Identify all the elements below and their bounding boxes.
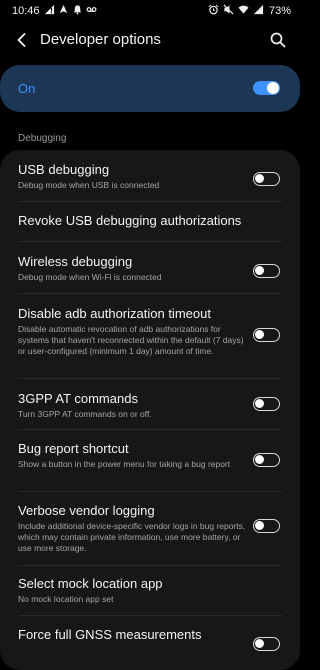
cell-signal-icon bbox=[253, 4, 264, 15]
toggle-knob bbox=[267, 82, 279, 94]
setting-select-mock-location-app[interactable]: Select mock location app No mock locatio… bbox=[0, 576, 300, 608]
toggle-knob bbox=[255, 639, 264, 648]
alarm-icon bbox=[208, 4, 219, 15]
setting-title: Select mock location app bbox=[18, 576, 163, 591]
signal-alert-icon bbox=[44, 4, 55, 15]
setting-title: Disable adb authorization timeout bbox=[18, 306, 211, 321]
page-title: Developer options bbox=[40, 31, 161, 48]
master-toggle-switch[interactable] bbox=[253, 81, 280, 95]
setting-force-full-gnss-measurements[interactable]: Force full GNSS measurements bbox=[0, 627, 300, 651]
bug-report-shortcut-toggle[interactable] bbox=[253, 453, 280, 467]
toggle-knob bbox=[255, 174, 264, 183]
setting-title: USB debugging bbox=[18, 162, 110, 177]
toggle-knob bbox=[255, 330, 264, 339]
divider bbox=[18, 201, 282, 202]
divider bbox=[18, 615, 282, 616]
force-full-gnss-toggle[interactable] bbox=[253, 637, 280, 651]
verbose-vendor-logging-toggle[interactable] bbox=[253, 519, 280, 533]
notification-bell-icon bbox=[73, 5, 82, 15]
setting-title: Revoke USB debugging authorizations bbox=[18, 213, 242, 228]
search-icon bbox=[270, 32, 286, 48]
setting-title: Bug report shortcut bbox=[18, 441, 129, 456]
3gpp-at-commands-toggle[interactable] bbox=[253, 397, 280, 411]
status-right-icons bbox=[208, 4, 264, 15]
status-time: 10:46 bbox=[12, 5, 40, 17]
setting-summary: Include additional device-specific vendo… bbox=[18, 521, 246, 553]
setting-title: Force full GNSS measurements bbox=[18, 627, 202, 642]
setting-usb-debugging[interactable]: USB debugging Debug mode when USB is con… bbox=[0, 162, 300, 198]
toggle-knob bbox=[255, 455, 264, 464]
back-arrow-icon bbox=[17, 33, 26, 47]
setting-verbose-vendor-logging[interactable]: Verbose vendor logging Include additiona… bbox=[0, 503, 300, 555]
navigation-arrow-icon bbox=[59, 4, 68, 14]
divider bbox=[18, 378, 282, 379]
divider bbox=[18, 565, 282, 566]
setting-summary: Turn 3GPP AT commands on or off. bbox=[18, 409, 152, 419]
setting-bug-report-shortcut[interactable]: Bug report shortcut Show a button in the… bbox=[0, 441, 300, 481]
divider bbox=[18, 429, 282, 430]
disable-adb-timeout-toggle[interactable] bbox=[253, 328, 280, 342]
settings-list: USB debugging Debug mode when USB is con… bbox=[0, 150, 300, 670]
wireless-debugging-toggle[interactable] bbox=[253, 264, 280, 278]
status-left-icons bbox=[44, 4, 97, 15]
voicemail-icon bbox=[86, 7, 97, 12]
divider bbox=[18, 293, 282, 294]
status-bar: 10:46 73% bbox=[0, 0, 300, 24]
setting-title: Verbose vendor logging bbox=[18, 503, 155, 518]
toggle-knob bbox=[255, 399, 264, 408]
mute-icon bbox=[223, 4, 234, 15]
setting-summary: Debug mode when Wi-Fi is connected bbox=[18, 272, 162, 282]
back-button[interactable] bbox=[12, 30, 32, 50]
setting-wireless-debugging[interactable]: Wireless debugging Debug mode when Wi-Fi… bbox=[0, 254, 300, 290]
toggle-knob bbox=[255, 521, 264, 530]
divider bbox=[18, 491, 282, 492]
setting-summary: No mock location app set bbox=[18, 594, 114, 604]
divider bbox=[18, 241, 282, 242]
battery-level: 73% bbox=[268, 5, 291, 17]
usb-debugging-toggle[interactable] bbox=[253, 172, 280, 186]
setting-summary: Debug mode when USB is connected bbox=[18, 180, 160, 190]
setting-disable-adb-timeout[interactable]: Disable adb authorization timeout Disabl… bbox=[0, 306, 300, 368]
master-switch-bar[interactable]: On bbox=[0, 65, 300, 112]
setting-title: 3GPP AT commands bbox=[18, 391, 138, 406]
setting-summary: Show a button in the power menu for taki… bbox=[18, 459, 231, 469]
search-button[interactable] bbox=[268, 30, 288, 50]
master-switch-label: On bbox=[18, 81, 36, 96]
app-bar: Developer options bbox=[0, 24, 300, 58]
setting-summary: Disable automatic revocation of adb auth… bbox=[18, 324, 244, 356]
setting-title: Wireless debugging bbox=[18, 254, 133, 269]
section-header-debugging: Debugging bbox=[18, 133, 67, 144]
wifi-icon bbox=[238, 5, 249, 14]
setting-revoke-usb-authorizations[interactable]: Revoke USB debugging authorizations bbox=[0, 213, 300, 233]
toggle-knob bbox=[255, 266, 264, 275]
setting-3gpp-at-commands[interactable]: 3GPP AT commands Turn 3GPP AT commands o… bbox=[0, 391, 300, 427]
